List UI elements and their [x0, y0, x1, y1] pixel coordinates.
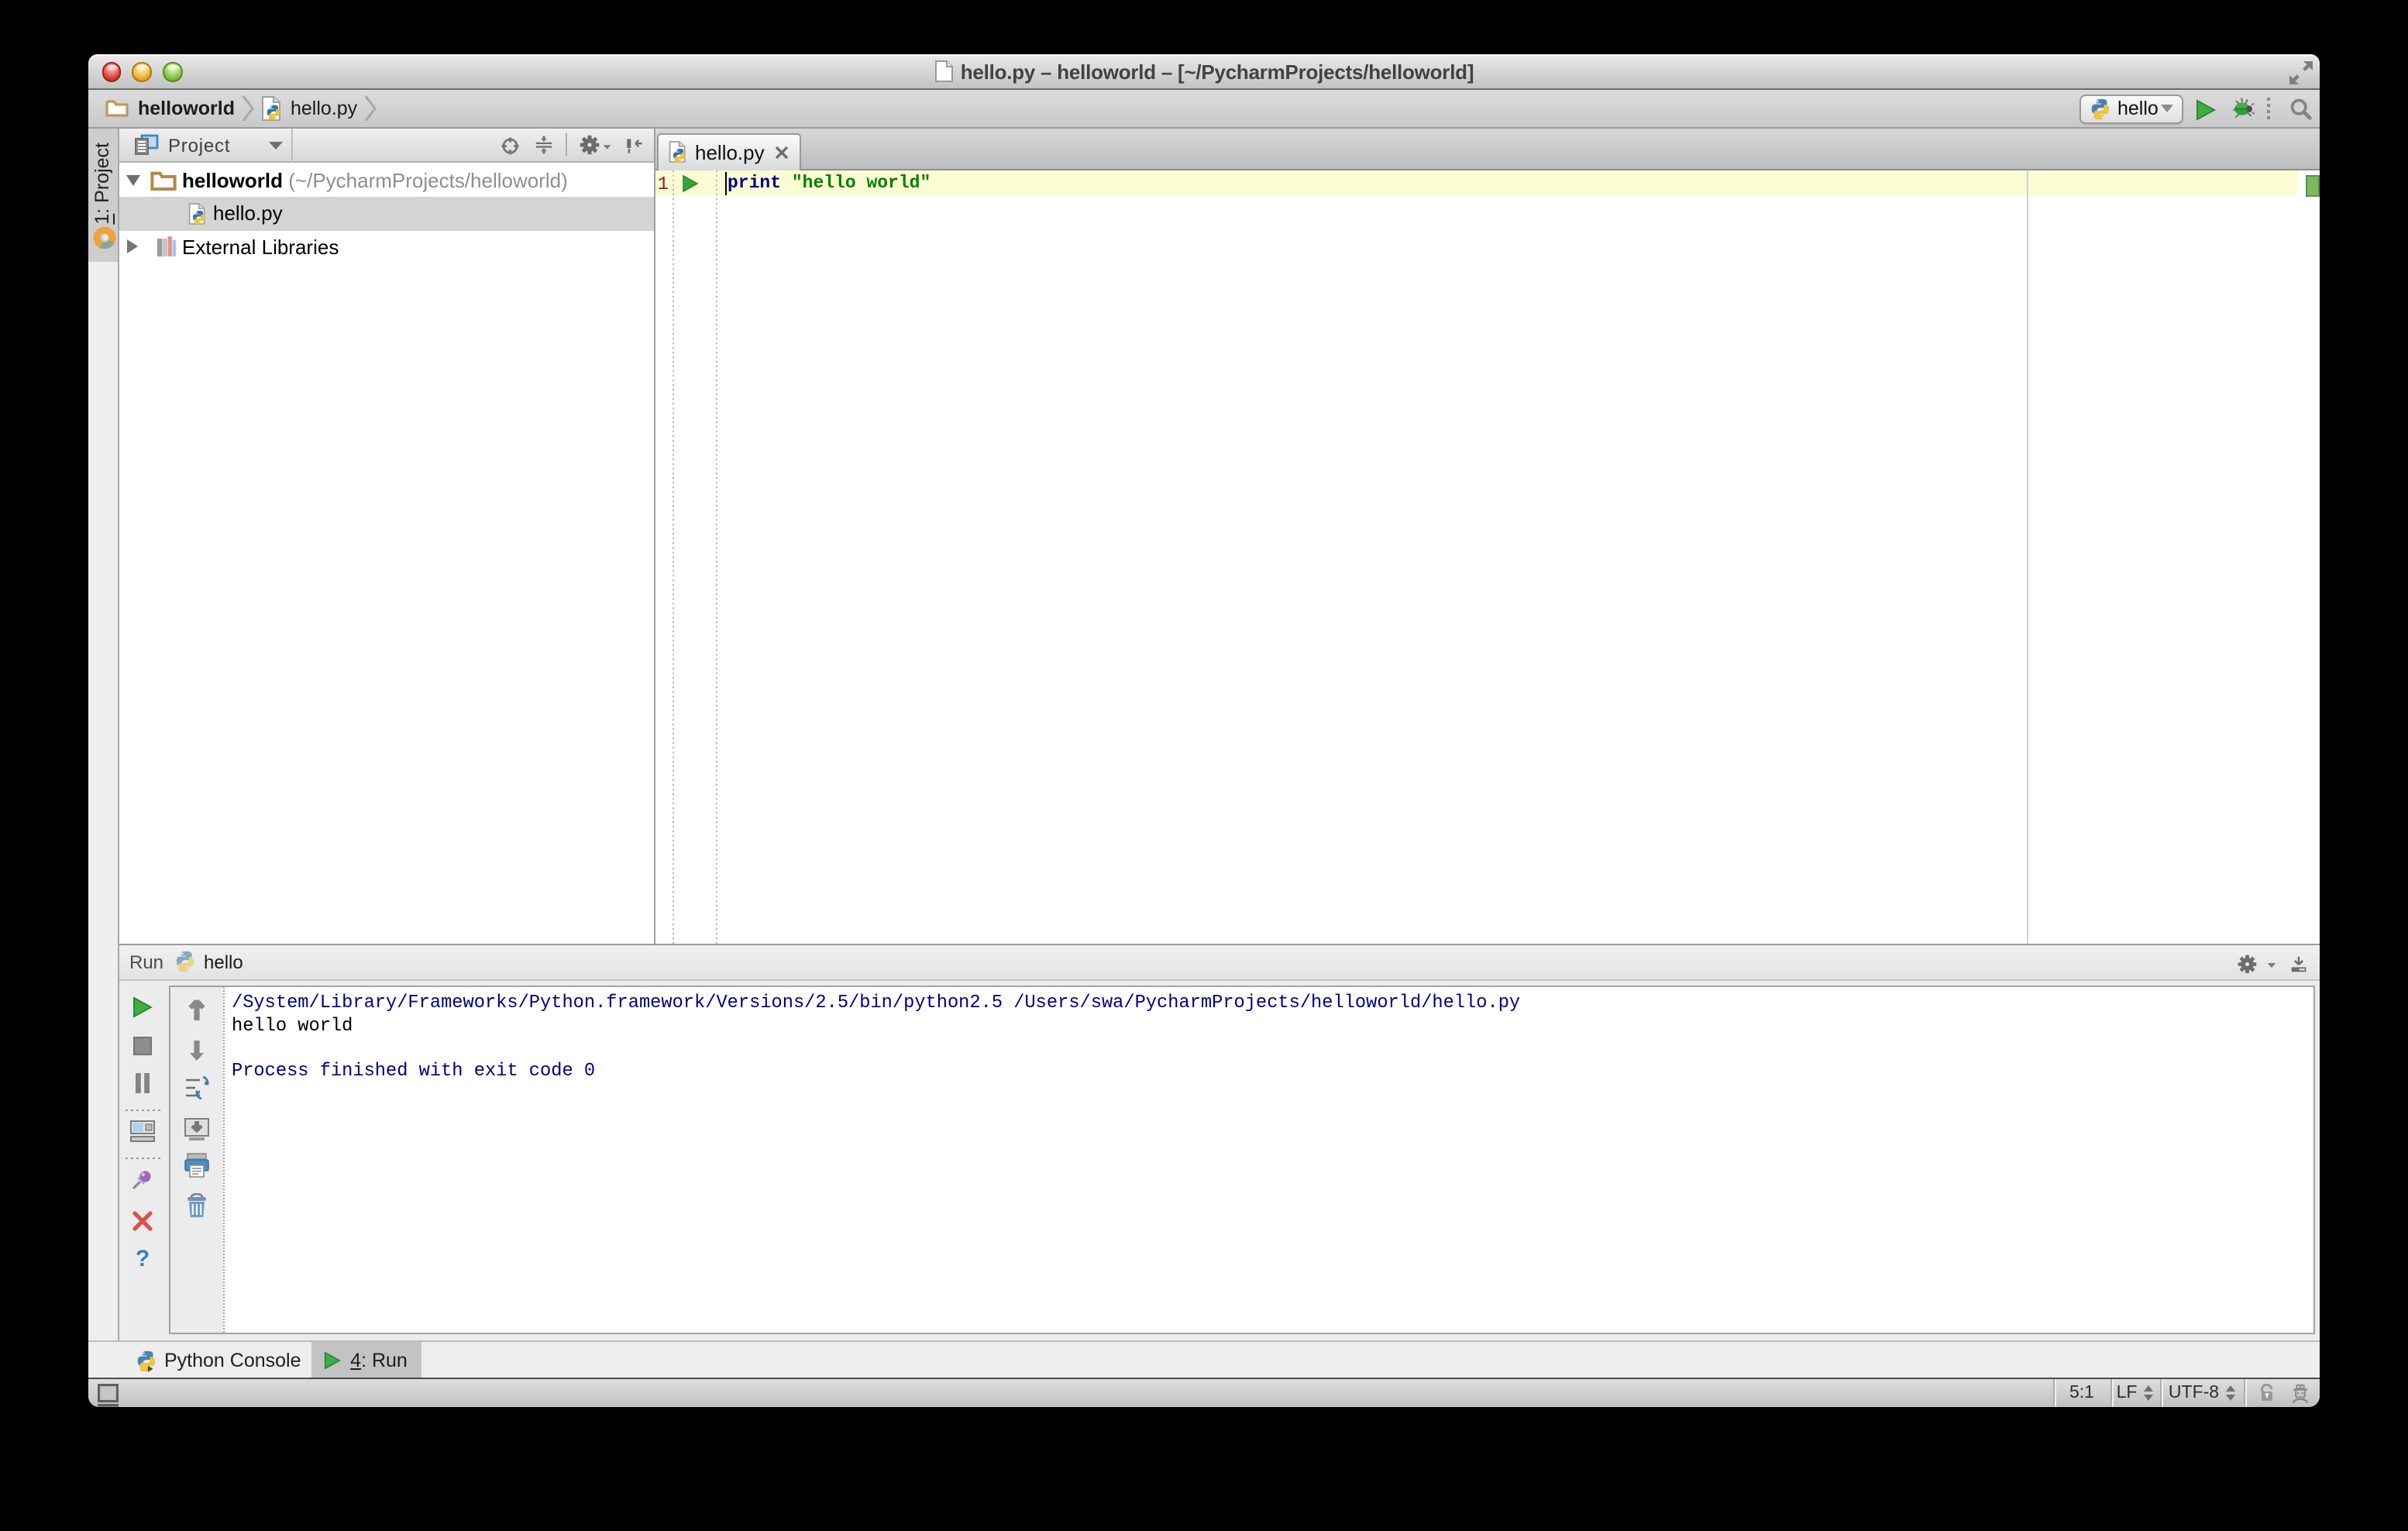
- svg-text:?: ?: [135, 1246, 149, 1271]
